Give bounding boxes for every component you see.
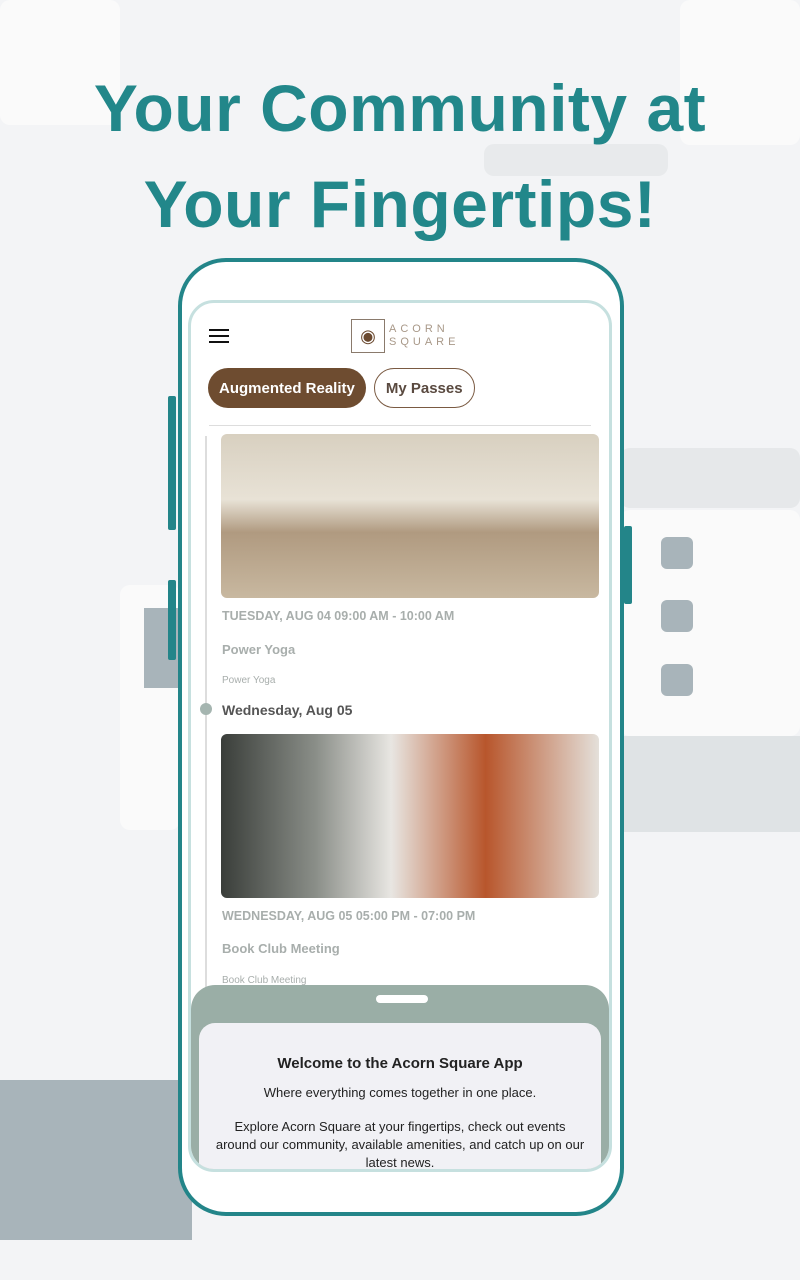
bg-card	[620, 510, 800, 736]
logo-text: SQUARE	[389, 336, 460, 348]
acorn-icon: ◉	[351, 319, 385, 353]
tab-bar: Augmented Reality My Passes	[208, 368, 475, 408]
event-title[interactable]: Book Club Meeting	[222, 941, 340, 956]
day-header: Wednesday, Aug 05	[222, 702, 353, 718]
welcome-bottom-sheet: Welcome to the Acorn Square App Where ev…	[191, 985, 609, 1169]
bg-square	[0, 1080, 192, 1240]
event-image-yoga[interactable]	[221, 434, 599, 598]
welcome-line2: Explore Acorn Square at your fingertips,…	[215, 1119, 585, 1170]
tab-augmented-reality[interactable]: Augmented Reality	[208, 368, 366, 408]
event-image-book-club[interactable]	[221, 734, 599, 898]
tab-my-passes[interactable]: My Passes	[373, 368, 475, 408]
hamburger-menu-icon[interactable]	[209, 329, 229, 343]
bg-card	[620, 736, 800, 832]
app-screen: ◉ ACORN SQUARE Augmented Reality My Passe…	[188, 300, 612, 1172]
welcome-line1: Where everything comes together in one p…	[263, 1085, 537, 1100]
sheet-drag-handle[interactable]	[376, 995, 428, 1003]
bg-square	[661, 600, 693, 632]
bg-square	[661, 537, 693, 569]
bg-square	[661, 664, 693, 696]
phone-side-button	[624, 526, 632, 604]
app-logo: ◉ ACORN SQUARE	[351, 319, 459, 353]
welcome-title: Welcome to the Acorn Square App	[277, 1055, 523, 1072]
headline-line2: Your Fingertips!	[143, 167, 657, 241]
event-title[interactable]: Power Yoga	[222, 642, 295, 657]
event-time: WEDNESDAY, AUG 05 05:00 PM - 07:00 PM	[222, 909, 476, 923]
timeline-dot	[200, 703, 212, 715]
phone-side-button	[168, 580, 176, 660]
bg-card	[620, 448, 800, 508]
phone-side-button	[168, 396, 176, 530]
headline-line1: Your Community at	[93, 71, 707, 145]
event-subtitle: Power Yoga	[222, 675, 276, 686]
logo-text: ACORN	[389, 323, 449, 335]
divider	[209, 425, 591, 426]
welcome-card: Welcome to the Acorn Square App Where ev…	[199, 1023, 601, 1169]
event-time: TUESDAY, AUG 04 09:00 AM - 10:00 AM	[222, 609, 455, 623]
timeline-line	[205, 436, 207, 996]
headline: Your Community at Your Fingertips!	[0, 60, 800, 252]
